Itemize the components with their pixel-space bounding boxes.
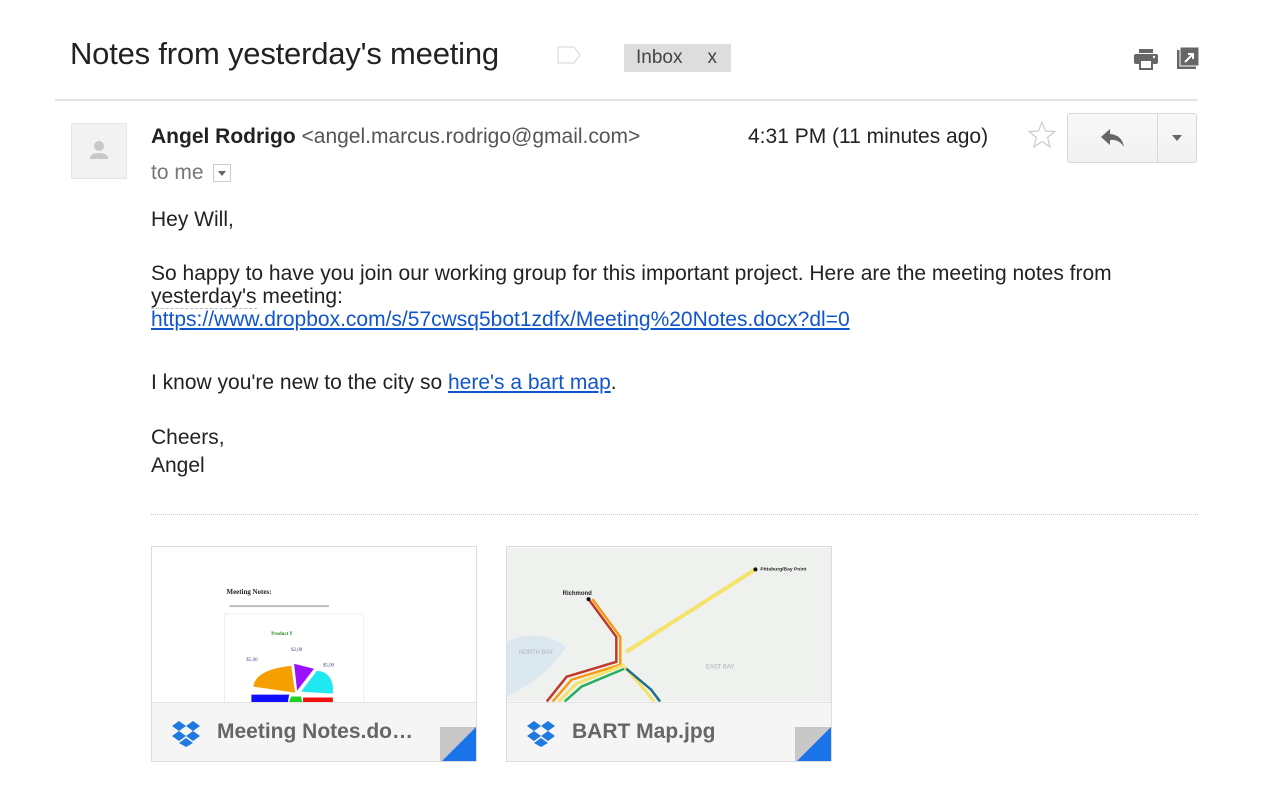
map-region-east-bay: EAST BAY [706, 665, 735, 671]
inbox-label-chip: Inbox x [624, 44, 731, 72]
paragraph-text: So happy to have you join our working gr… [151, 262, 1112, 285]
star-icon[interactable] [1027, 120, 1057, 150]
show-details-button[interactable] [212, 164, 231, 182]
map-station-richmond: Richmond [563, 591, 592, 597]
reply-button-group [1067, 113, 1197, 163]
email-signature: Angel [151, 454, 205, 477]
page-curl-icon [795, 727, 831, 761]
message-timestamp: 4:31 PM (11 minutes ago) [748, 125, 989, 148]
preview-chart-title: Product Y [271, 632, 293, 637]
header-divider [55, 99, 1198, 101]
remove-label-button[interactable]: x [707, 47, 717, 69]
document-preview-thumbnail: Meeting Notes: Product Y $5,00 $2,00 $5,… [152, 547, 476, 702]
inbox-label-text: Inbox [636, 47, 683, 68]
attachment-filename: Meeting Notes.do… [217, 720, 414, 743]
email-greeting: Hey Will, [151, 208, 234, 231]
print-icon[interactable] [1133, 47, 1159, 71]
email-paragraph-2: I know you're new to the city so here's … [151, 371, 617, 394]
person-icon [90, 141, 108, 159]
paragraph-text: . [610, 371, 617, 394]
sender-email: <angel.marcus.rodrigo@gmail.com> [301, 125, 641, 148]
page-curl-icon [440, 727, 476, 761]
paragraph-text: meeting: [256, 285, 343, 308]
paragraph-text: I know you're new to the city so [151, 371, 448, 394]
reply-arrow-icon [1100, 129, 1124, 147]
preview-label-3: $5,00 [323, 664, 335, 669]
reply-button[interactable] [1068, 114, 1158, 162]
label-tag-icon[interactable] [557, 46, 581, 64]
recipient-line: to me [151, 161, 231, 185]
sender-line: Angel Rodrigo <angel.marcus.rodrigo@gmai… [151, 125, 640, 149]
dropbox-notes-link[interactable]: https://www.dropbox.com/s/57cwsq5bot1zdf… [151, 308, 850, 331]
map-region-north-bay: NORTH BAY [519, 650, 553, 656]
new-window-icon[interactable] [1177, 47, 1199, 69]
date-highlight[interactable]: yesterday's [151, 285, 257, 309]
sender-avatar[interactable] [71, 123, 127, 179]
email-subject: Notes from yesterday's meeting [70, 36, 499, 71]
map-station-pittsburg: Pittsburg/Bay Point [760, 566, 806, 572]
recipient-text: to me [151, 161, 204, 184]
attachment-card-bart-map[interactable]: NORTH BAY EAST BAY Richmond Pittsburg/Ba… [506, 546, 832, 762]
bart-map-link[interactable]: here's a bart map [448, 371, 611, 394]
dropbox-icon [527, 721, 555, 747]
sender-name[interactable]: Angel Rodrigo [151, 125, 296, 148]
attachment-footer: Meeting Notes.do… [152, 702, 476, 761]
map-preview-thumbnail: NORTH BAY EAST BAY Richmond Pittsburg/Ba… [507, 547, 831, 702]
chevron-down-icon [217, 170, 226, 176]
email-paragraph-1: So happy to have you join our working gr… [151, 262, 1191, 331]
attachment-footer: BART Map.jpg [507, 702, 831, 761]
more-options-button[interactable] [1158, 114, 1196, 162]
preview-label-1: $5,00 [246, 658, 258, 663]
preview-heading: Meeting Notes: [227, 588, 272, 596]
dropbox-icon [172, 721, 200, 747]
chevron-down-icon [1172, 135, 1182, 141]
attachment-card-meeting-notes[interactable]: Meeting Notes: Product Y $5,00 $2,00 $5,… [151, 546, 477, 762]
preview-label-2: $2,00 [291, 648, 303, 653]
attachment-filename: BART Map.jpg [572, 720, 716, 743]
email-signoff: Cheers, [151, 426, 225, 449]
attachments-divider [151, 514, 1198, 515]
